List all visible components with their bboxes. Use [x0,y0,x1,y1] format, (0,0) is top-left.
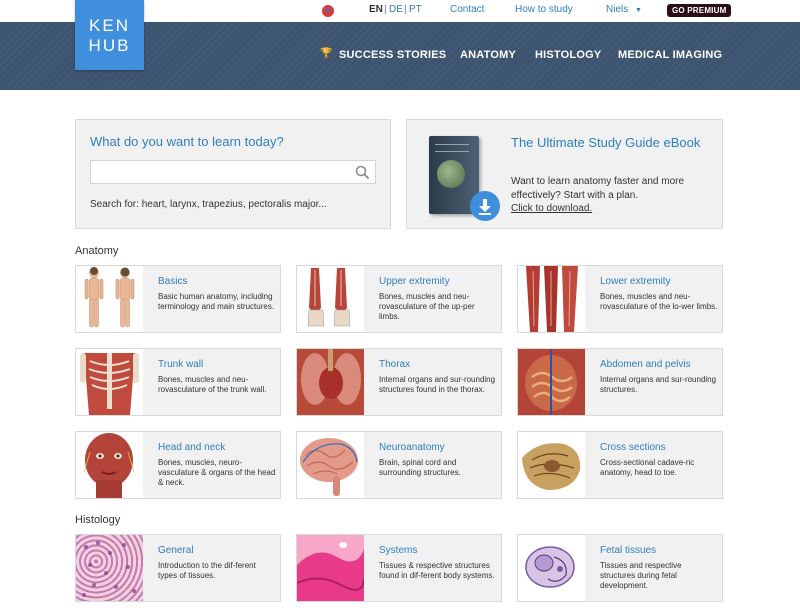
card-description: Bones, muscles and neu-rovasculature of … [158,375,267,394]
search-box[interactable] [90,160,376,184]
search-icon[interactable] [355,165,369,179]
thorax-thumbnail [297,349,364,415]
head-and-neck-thumbnail [76,432,143,498]
card-description: Tissues & respective structures found in… [379,561,495,580]
go-premium-button[interactable]: GO PREMIUM [667,4,732,17]
notification-badge[interactable]: 4 [322,5,334,17]
card-title[interactable]: Lower extremity [600,276,671,287]
book-cover-lines [435,144,469,152]
card-title[interactable]: Thorax [379,359,410,370]
logo-line1: KEN [89,16,130,35]
general-histology-thumbnail [76,535,143,601]
book-cover-illustration [437,160,465,188]
nav-medical-imaging[interactable]: MEDICAL IMAGING [618,49,722,61]
lower-extremity-thumbnail [518,266,585,332]
basics-thumbnail [76,266,143,332]
card-neuroanatomy[interactable]: Neuroanatomy Brain, spinal cord and surr… [296,431,502,499]
card-fetal-tissues[interactable]: Fetal tissues Tissues and respective str… [517,534,723,602]
nav-success-stories[interactable]: SUCCESS STORIES [339,49,446,61]
ebook-description: Want to learn anatomy faster and more ef… [511,176,685,201]
card-systems[interactable]: Systems Tissues & respective structures … [296,534,502,602]
user-name: Niels [606,4,629,15]
card-title[interactable]: Cross sections [600,442,666,453]
card-title[interactable]: Basics [158,276,187,287]
card-title[interactable]: Abdomen and pelvis [600,359,691,370]
lang-en[interactable]: EN [369,4,383,15]
lang-de[interactable]: DE [389,4,403,15]
lang-separator: | [404,4,407,15]
search-panel: What do you want to learn today? Search … [75,119,391,229]
search-hint: Search for: heart, larynx, trapezius, pe… [90,199,327,210]
search-title: What do you want to learn today? [90,134,284,149]
lang-pt[interactable]: PT [409,4,422,15]
card-abdomen-and-pelvis[interactable]: Abdomen and pelvis Internal organs and s… [517,348,723,416]
card-title[interactable]: Trunk wall [158,359,203,370]
card-basics[interactable]: Basics Basic human anatomy, including te… [75,265,281,333]
card-description: Bones, muscles and neu-rovasculature of … [600,292,718,311]
nav-histology[interactable]: HISTOLOGY [535,49,601,61]
card-description: Bones, muscles, neuro-vasculature & orga… [158,458,276,487]
card-description: Internal organs and sur-rounding structu… [600,375,717,394]
card-trunk-wall[interactable]: Trunk wall Bones, muscles and neu-rovasc… [75,348,281,416]
card-description: Tissues and respective structures during… [600,561,682,590]
card-general[interactable]: General Introduction to the dif-ferent t… [75,534,281,602]
download-icon [479,199,491,215]
nav-anatomy[interactable]: ANATOMY [460,49,516,61]
card-lower-extremity[interactable]: Lower extremity Bones, muscles and neu-r… [517,265,723,333]
section-title-histology: Histology [75,514,121,526]
trophy-icon: 🏆 [320,48,333,59]
upper-extremity-thumbnail [297,266,364,332]
ebook-panel[interactable]: The Ultimate Study Guide eBook Want to l… [406,119,723,229]
card-title[interactable]: Upper extremity [379,276,450,287]
card-description: Cross-sectional cadave-ric anatomy, head… [600,458,695,477]
card-description: Internal organs and sur-rounding structu… [379,375,496,394]
card-description: Introduction to the dif-ferent types of … [158,561,256,580]
card-title[interactable]: Fetal tissues [600,545,656,556]
neuroanatomy-thumbnail [297,432,364,498]
card-title[interactable]: General [158,545,194,556]
systems-histology-thumbnail [297,535,364,601]
ebook-title[interactable]: The Ultimate Study Guide eBook [511,134,711,151]
lang-separator: | [384,4,387,15]
card-thorax[interactable]: Thorax Internal organs and sur-rounding … [296,348,502,416]
main-nav: 🏆 SUCCESS STORIES ANATOMY HISTOLOGY MEDI… [0,48,800,63]
card-cross-sections[interactable]: Cross sections Cross-sectional cadave-ri… [517,431,723,499]
user-menu[interactable]: Niels ▼ [606,4,642,15]
chevron-down-icon: ▼ [635,7,642,14]
card-title[interactable]: Head and neck [158,442,225,453]
ebook-download-link[interactable]: Click to download. [511,203,592,214]
card-upper-extremity[interactable]: Upper extremity Bones, muscles and neu-r… [296,265,502,333]
card-title[interactable]: Neuroanatomy [379,442,445,453]
card-description: Basic human anatomy, including terminolo… [158,292,275,311]
card-description: Bones, muscles and neu-rovasculature of … [379,292,475,321]
download-button[interactable] [470,191,500,221]
how-to-study-link[interactable]: How to study [515,4,573,15]
card-title[interactable]: Systems [379,545,417,556]
card-description: Brain, spinal cord and surrounding struc… [379,458,461,477]
trunk-wall-thumbnail [76,349,143,415]
cross-sections-thumbnail [518,432,585,498]
section-title-anatomy: Anatomy [75,245,119,257]
search-input[interactable] [91,161,341,183]
contact-link[interactable]: Contact [450,4,484,15]
fetal-tissues-thumbnail [518,535,585,601]
abdomen-thumbnail [518,349,585,415]
card-head-and-neck[interactable]: Head and neck Bones, muscles, neuro-vasc… [75,431,281,499]
